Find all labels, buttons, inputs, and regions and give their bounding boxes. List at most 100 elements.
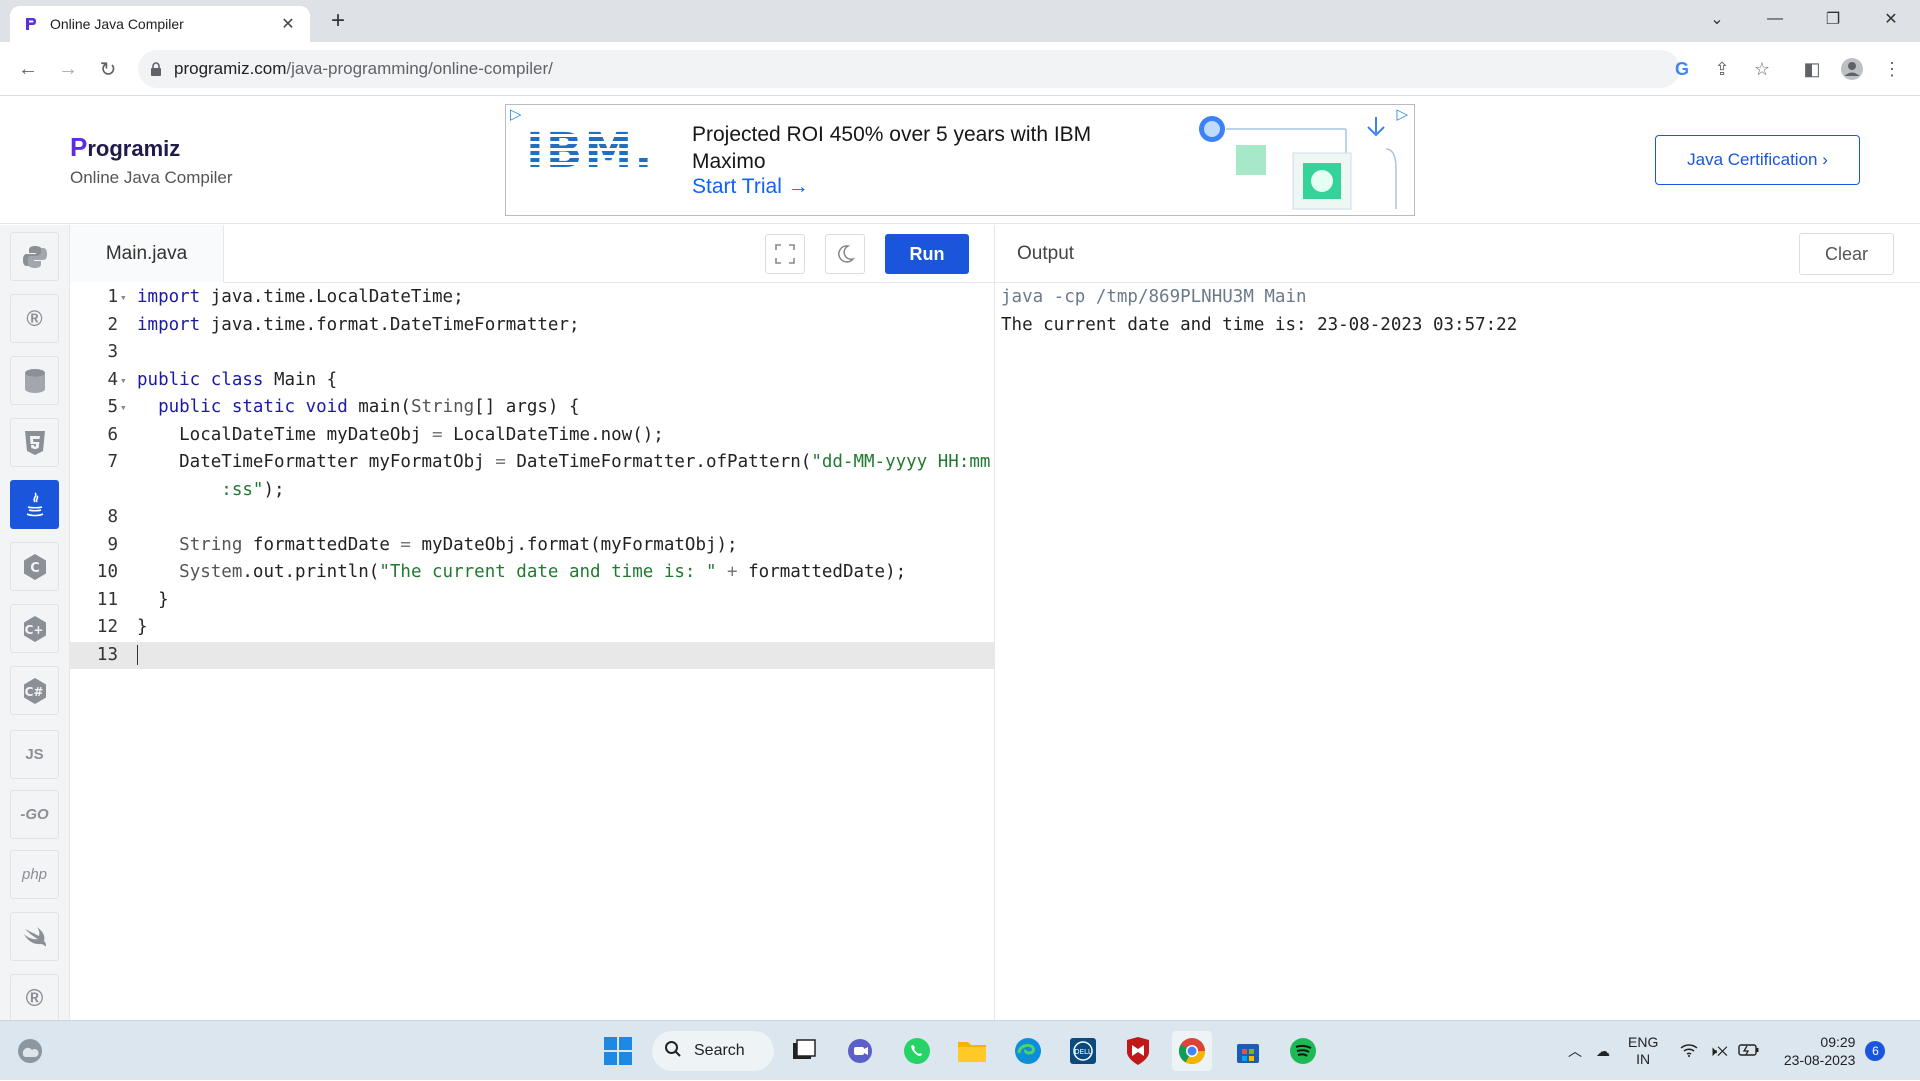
close-tab-icon[interactable]: ✕ xyxy=(278,14,298,34)
url-text: programiz.com/java-programming/online-co… xyxy=(174,59,553,79)
back-icon[interactable]: ← xyxy=(12,53,44,85)
code-line-text: public static void main(String[] args) { xyxy=(158,397,580,417)
share-icon[interactable]: ⇪ xyxy=(1708,55,1736,83)
input-language-indicator[interactable]: ENG IN xyxy=(1628,1034,1658,1068)
svg-text:C#: C# xyxy=(24,685,43,699)
task-view-icon[interactable] xyxy=(784,1031,824,1071)
teams-chat-icon[interactable] xyxy=(840,1031,880,1071)
browser-tab[interactable]: Online Java Compiler ✕ xyxy=(10,6,310,42)
taskbar-search-label: Search xyxy=(694,1042,745,1059)
speaker-muted-icon[interactable]: 🕨✕ xyxy=(1708,1043,1728,1060)
browser-tab-title: Online Java Compiler xyxy=(50,16,184,32)
url-path: /java-programming/online-compiler/ xyxy=(286,59,553,78)
java-certification-button[interactable]: Java Certification › xyxy=(1655,135,1860,185)
fold-arrow-icon[interactable]: ▾ xyxy=(120,284,127,312)
ad-banner[interactable]: ▷ ▷ IBM. Projected ROI 450% over 5 years… xyxy=(505,104,1415,216)
reload-icon[interactable]: ↻ xyxy=(92,53,124,85)
programiz-favicon-icon xyxy=(22,16,38,32)
onedrive-cloud-icon[interactable]: ☁ xyxy=(1596,1043,1610,1060)
editor-toolbar: Main.java Run xyxy=(70,225,994,283)
tab-search-chevron-icon[interactable]: ⌄ xyxy=(1688,0,1746,38)
javascript-button[interactable]: JS xyxy=(10,730,59,779)
show-hidden-icons-chevron-icon[interactable]: ︿ xyxy=(1568,1041,1582,1061)
python-icon[interactable] xyxy=(10,232,59,281)
file-tab-main-java[interactable]: Main.java xyxy=(70,225,224,283)
chrome-icon[interactable] xyxy=(1172,1031,1212,1071)
code-line: 11 } xyxy=(70,587,995,615)
ad-headline: Projected ROI 450% over 5 years with IBM… xyxy=(692,123,1092,173)
code-line-text: } xyxy=(137,617,148,637)
programiz-logo[interactable]: Programiz xyxy=(70,132,180,163)
mcafee-shield-icon[interactable] xyxy=(1118,1031,1158,1071)
windows-start-icon[interactable] xyxy=(598,1031,638,1071)
rust-icon[interactable]: ® xyxy=(10,974,59,1023)
spotify-icon[interactable] xyxy=(1283,1031,1323,1071)
code-line-text: System.out.println("The current date and… xyxy=(179,562,907,582)
language-sidebar: ® C C+ C# JS -GO php ® xyxy=(0,225,70,1023)
system-tray: ︿ ☁ ENG IN 🕨✕ 09:29 23-08-2023 6 xyxy=(1568,1021,1886,1081)
code-line: 12} xyxy=(70,614,995,642)
dark-mode-moon-icon[interactable] xyxy=(825,234,865,274)
code-line: 2 import java.time.format.DateTimeFormatt… xyxy=(70,312,995,340)
code-line: 3 xyxy=(107,342,118,362)
arrow-right-icon: → xyxy=(787,175,809,198)
notification-badge[interactable]: 6 xyxy=(1865,1041,1886,1061)
swift-icon[interactable] xyxy=(10,912,59,961)
code-line: 8 xyxy=(107,507,118,527)
svg-text:DELL: DELL xyxy=(1074,1048,1092,1056)
r-language-icon[interactable]: ® xyxy=(10,294,59,343)
taskbar-search[interactable]: Search xyxy=(652,1031,774,1071)
wifi-icon[interactable] xyxy=(1680,1043,1698,1060)
minimize-icon[interactable]: — xyxy=(1746,0,1804,38)
adchoices-icon[interactable]: ▷ xyxy=(510,105,522,123)
browser-tab-bar: Online Java Compiler ✕ + ⌄ — ❐ ✕ xyxy=(0,0,1920,42)
side-panel-icon[interactable]: ◧ xyxy=(1798,55,1826,83)
lock-icon xyxy=(150,62,162,76)
run-button[interactable]: Run xyxy=(885,234,969,274)
cpp-language-icon[interactable]: C+ xyxy=(10,604,59,653)
google-translate-icon[interactable]: G xyxy=(1668,55,1696,83)
java-icon[interactable] xyxy=(10,480,59,529)
code-line-text: DateTimeFormatter myFormatObj = DateTime… xyxy=(137,452,991,500)
php-button[interactable]: php xyxy=(10,850,59,899)
code-line-text: LocalDateTime myDateObj = LocalDateTime.… xyxy=(137,424,664,445)
code-line: 7 DateTimeFormatter myFormatObj = DateTi… xyxy=(70,449,995,504)
fold-arrow-icon[interactable]: ▾ xyxy=(120,394,127,422)
output-panel: Output Clear java -cp /tmp/869PLNHU3M Ma… xyxy=(995,225,1920,1020)
edge-browser-icon[interactable] xyxy=(1008,1031,1048,1071)
restore-icon[interactable]: ❐ xyxy=(1804,0,1862,38)
csharp-language-icon[interactable]: C# xyxy=(10,666,59,715)
fullscreen-icon[interactable] xyxy=(765,234,805,274)
text-caret xyxy=(137,642,138,670)
whatsapp-icon[interactable] xyxy=(897,1031,937,1071)
go-button[interactable]: -GO xyxy=(10,790,59,839)
new-tab-icon[interactable]: + xyxy=(324,8,352,36)
browser-menu-icon[interactable]: ⋮ xyxy=(1878,55,1906,83)
code-line-text: public class Main { xyxy=(137,369,338,390)
profile-avatar-icon[interactable] xyxy=(1838,55,1866,83)
run-command-line: java -cp /tmp/869PLNHU3M Main xyxy=(1001,287,1307,307)
window-controls: ⌄ — ❐ ✕ xyxy=(1688,0,1920,42)
code-line-active: 13 xyxy=(70,641,995,670)
weather-widget-icon[interactable] xyxy=(10,1031,50,1071)
sql-database-icon[interactable] xyxy=(10,356,59,405)
fold-arrow-icon[interactable]: ▾ xyxy=(120,367,127,395)
code-area[interactable]: 1 ▾ import java.time.LocalDateTime; 2 impor… xyxy=(70,284,995,669)
file-explorer-icon[interactable] xyxy=(952,1031,992,1071)
battery-icon[interactable] xyxy=(1738,1043,1760,1060)
forward-icon[interactable]: → xyxy=(52,53,84,85)
ad-cta-link[interactable]: Start Trial → xyxy=(692,175,809,199)
html5-icon[interactable] xyxy=(10,418,59,467)
close-window-icon[interactable]: ✕ xyxy=(1862,0,1920,38)
microsoft-store-icon[interactable] xyxy=(1228,1031,1268,1071)
svg-text:C: C xyxy=(30,561,40,576)
clear-button[interactable]: Clear xyxy=(1799,233,1894,275)
code-line: 5 ▾ public static void main(String[] args… xyxy=(70,394,995,422)
clock[interactable]: 09:29 23-08-2023 xyxy=(1784,1033,1856,1069)
bookmark-star-icon[interactable]: ☆ xyxy=(1748,55,1776,83)
url-field[interactable]: programiz.com/java-programming/online-co… xyxy=(138,50,1680,88)
code-line: 9 String formattedDate = myDateObj.forma… xyxy=(70,532,995,560)
code-line-text: import java.time.LocalDateTime; xyxy=(137,287,464,307)
dell-app-icon[interactable]: DELL xyxy=(1063,1031,1103,1071)
c-language-icon[interactable]: C xyxy=(10,542,59,591)
